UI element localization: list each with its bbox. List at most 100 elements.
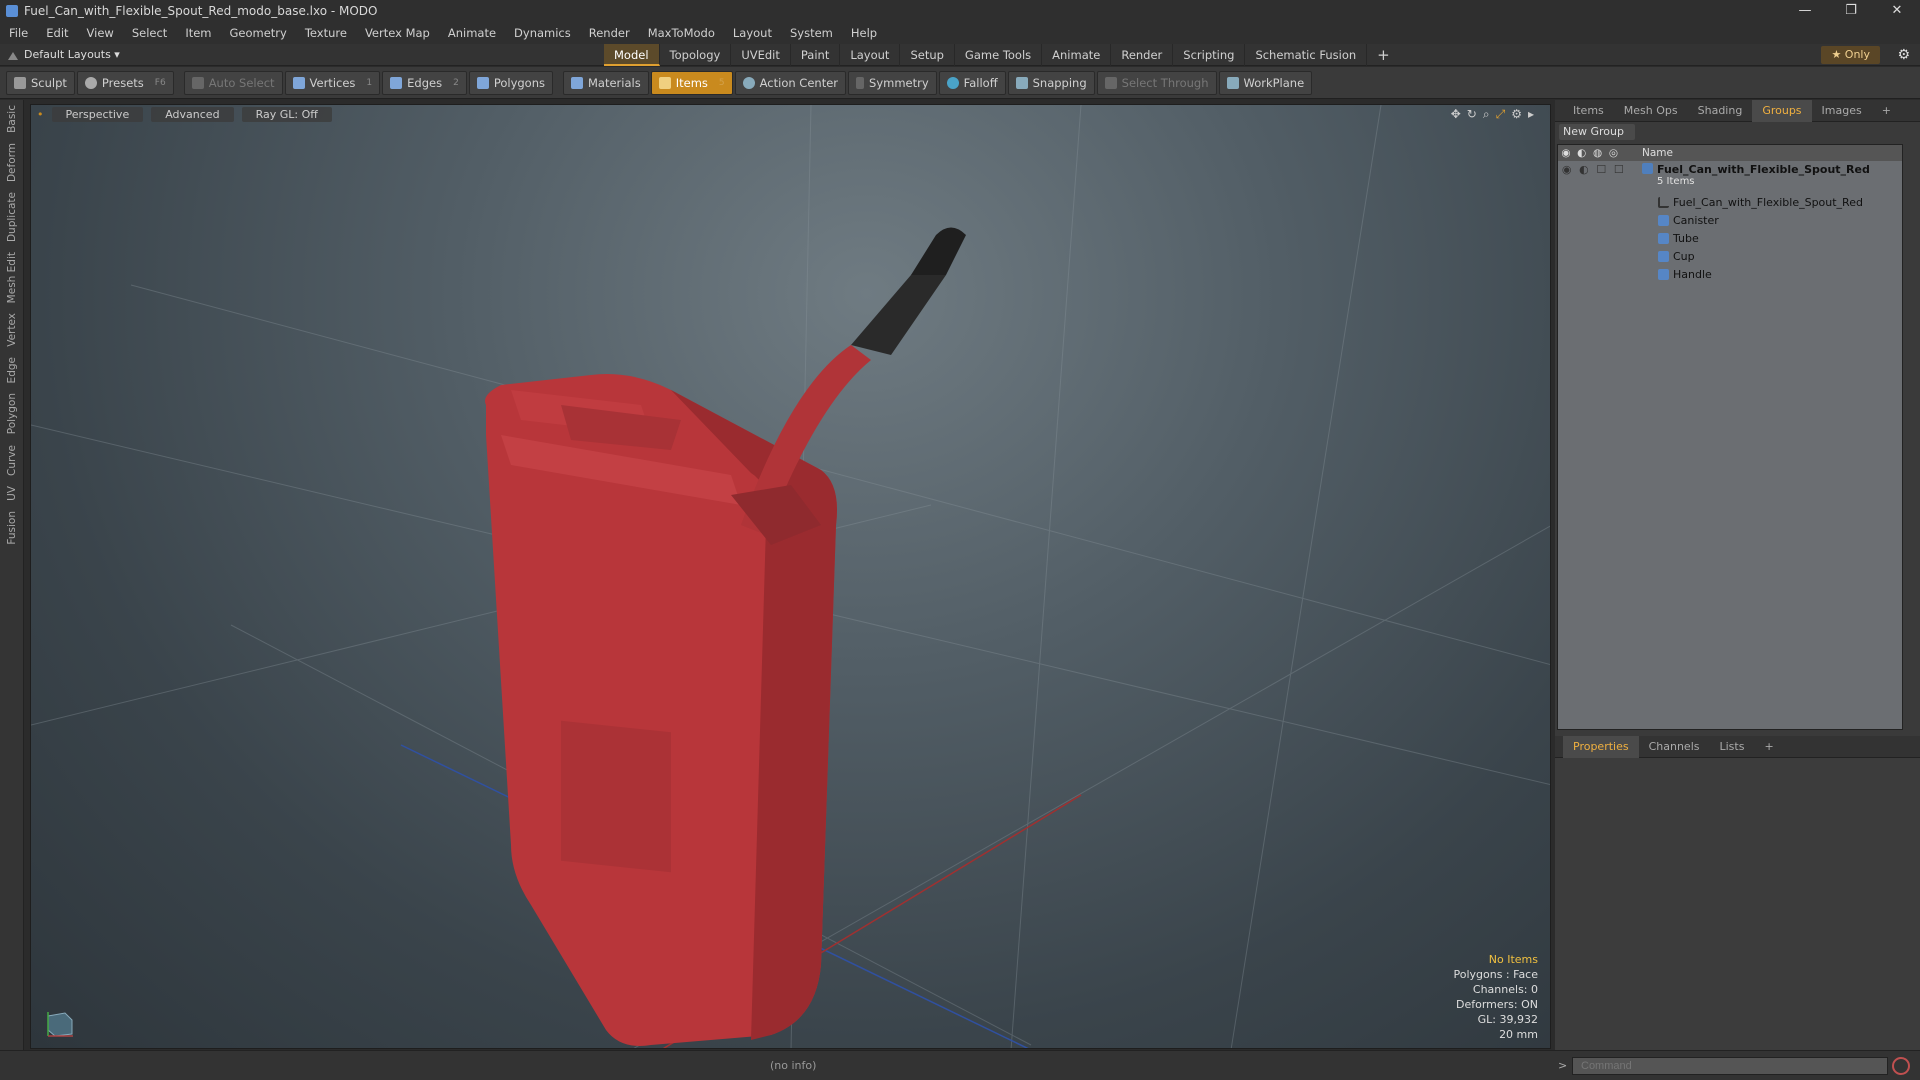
tab-shading[interactable]: Shading [1688,100,1753,122]
tab-paint[interactable]: Paint [791,44,841,66]
new-group-button[interactable]: New Group [1559,124,1635,140]
tab-topology[interactable]: Topology [660,44,732,66]
command-input[interactable] [1572,1057,1888,1075]
menu-layout[interactable]: Layout [724,26,781,40]
list-item[interactable]: Canister [1558,211,1902,229]
tab-uvedit[interactable]: UVEdit [731,44,791,66]
tab-render[interactable]: Render [1111,44,1174,66]
maximize-icon[interactable]: ⤢ [1496,107,1506,122]
add-tab-button[interactable]: + [1367,44,1400,66]
rotate-icon[interactable]: ↻ [1467,107,1477,122]
tab-lists[interactable]: Lists [1710,736,1755,758]
left-tab-vertex[interactable]: Vertex [6,308,18,352]
menu-vertex-map[interactable]: Vertex Map [356,26,439,40]
viewport-info: No Items Polygons : Face Channels: 0 Def… [1453,952,1538,1042]
tab-images[interactable]: Images [1812,100,1872,122]
tab-schematic-fusion[interactable]: Schematic Fusion [1245,44,1368,66]
shading-mode-button[interactable]: Advanced [151,106,234,122]
tab-layout[interactable]: Layout [840,44,901,66]
edges-button[interactable]: Edges 2 [382,70,467,95]
list-item[interactable]: Fuel_Can_with_Flexible_Spout_Red [1558,193,1902,211]
menu-select[interactable]: Select [123,26,176,40]
vertices-button[interactable]: Vertices 1 [284,70,381,95]
3d-viewport[interactable]: • Perspective Advanced Ray GL: Off ✥ ↻ ⌕… [30,104,1551,1049]
root-visibility-toggles[interactable]: ◉ ◐ ☐ ☐ [1558,163,1642,176]
tab-model[interactable]: Model [604,44,660,66]
menu-render[interactable]: Render [580,26,639,40]
pan-icon[interactable]: ✥ [1451,107,1461,122]
command-history-icon[interactable] [1892,1057,1910,1075]
polygons-icon [476,76,489,89]
gear-icon[interactable]: ⚙ [1897,46,1910,64]
auto-select-button[interactable]: Auto Select [183,70,283,95]
left-tab-deform[interactable]: Deform [6,138,18,187]
polygons-button[interactable]: Polygons [468,70,553,95]
materials-button[interactable]: Materials [563,70,649,95]
select-through-icon [1104,76,1117,89]
restore-button[interactable]: ❐ [1828,0,1874,22]
raygl-button[interactable]: Ray GL: Off [241,106,332,122]
name-column-header: Name [1642,147,1673,159]
sculpt-button[interactable]: Sculpt [6,70,75,95]
items-button[interactable]: Items 5 [650,70,733,95]
menu-file[interactable]: File [0,26,37,40]
group-list-header: ◉ ◐ ◍ ◎ Name [1558,145,1902,161]
root-group-name: Fuel_Can_with_Flexible_Spout_Red [1657,163,1870,176]
menu-texture[interactable]: Texture [296,26,356,40]
tab-channels[interactable]: Channels [1639,736,1710,758]
mesh-icon [1658,250,1669,262]
view-mode-button[interactable]: Perspective [51,106,144,122]
add-prop-tab-button[interactable]: + [1754,736,1783,758]
left-tab-duplicate[interactable]: Duplicate [6,187,18,247]
add-panel-tab-button[interactable]: + [1872,100,1901,122]
left-tab-uv[interactable]: UV [6,481,18,506]
menu-help[interactable]: Help [842,26,886,40]
select-through-button[interactable]: Select Through [1096,70,1217,95]
tab-game-tools[interactable]: Game Tools [955,44,1043,66]
layout-dropdown[interactable]: Default Layouts ▾ [8,48,120,61]
viewport-settings-icon[interactable]: ⚙ [1511,107,1522,122]
auto-select-icon [191,76,204,89]
command-arrow-icon: > [1558,1059,1568,1072]
menu-maxtomodo[interactable]: MaxToModo [639,26,724,40]
menu-system[interactable]: System [781,26,842,40]
only-toggle-button[interactable]: ★ Only [1821,46,1880,64]
menu-geometry[interactable]: Geometry [221,26,296,40]
menu-dynamics[interactable]: Dynamics [505,26,580,40]
zoom-icon[interactable]: ⌕ [1483,107,1490,122]
menu-item[interactable]: Item [176,26,220,40]
presets-button[interactable]: Presets F6 [76,70,174,95]
tab-items[interactable]: Items [1563,100,1614,122]
info-deformers: Deformers: ON [1456,998,1538,1011]
close-button[interactable]: ✕ [1874,0,1920,22]
group-row-root[interactable]: ◉ ◐ ☐ ☐ Fuel_Can_with_Flexible_Spout_Red… [1558,161,1902,193]
left-tab-edge[interactable]: Edge [6,352,18,388]
tab-groups[interactable]: Groups [1752,99,1812,122]
falloff-button[interactable]: Falloff [938,70,1006,95]
tab-properties[interactable]: Properties [1563,735,1639,758]
symmetry-button[interactable]: Symmetry [848,70,937,95]
left-tab-curve[interactable]: Curve [6,440,18,481]
snapping-button[interactable]: Snapping [1007,70,1095,95]
left-tab-mesh-edit[interactable]: Mesh Edit [6,247,18,308]
workplane-button[interactable]: WorkPlane [1218,70,1313,95]
left-tab-polygon[interactable]: Polygon [6,388,18,439]
info-scale: 20 mm [1499,1028,1538,1041]
viewport-expand-icon[interactable]: ▸ [1528,107,1534,122]
viewport-nav-icons: ✥ ↻ ⌕ ⤢ ⚙ ▸ [1451,107,1534,122]
menu-view[interactable]: View [78,26,123,40]
menu-edit[interactable]: Edit [37,26,77,40]
menu-animate[interactable]: Animate [439,26,505,40]
tab-mesh-ops[interactable]: Mesh Ops [1614,100,1688,122]
left-tab-fusion[interactable]: Fusion [6,506,18,550]
tab-scripting[interactable]: Scripting [1173,44,1246,66]
minimize-button[interactable]: — [1782,0,1828,22]
action-center-button[interactable]: Action Center [734,70,847,95]
tab-animate[interactable]: Animate [1042,44,1112,66]
tab-setup[interactable]: Setup [900,44,955,66]
list-item[interactable]: Cup [1558,247,1902,265]
list-item[interactable]: Handle [1558,265,1902,283]
list-item[interactable]: Tube [1558,229,1902,247]
left-tab-basic[interactable]: Basic [6,100,18,138]
fuel-can-model[interactable] [485,227,966,1047]
